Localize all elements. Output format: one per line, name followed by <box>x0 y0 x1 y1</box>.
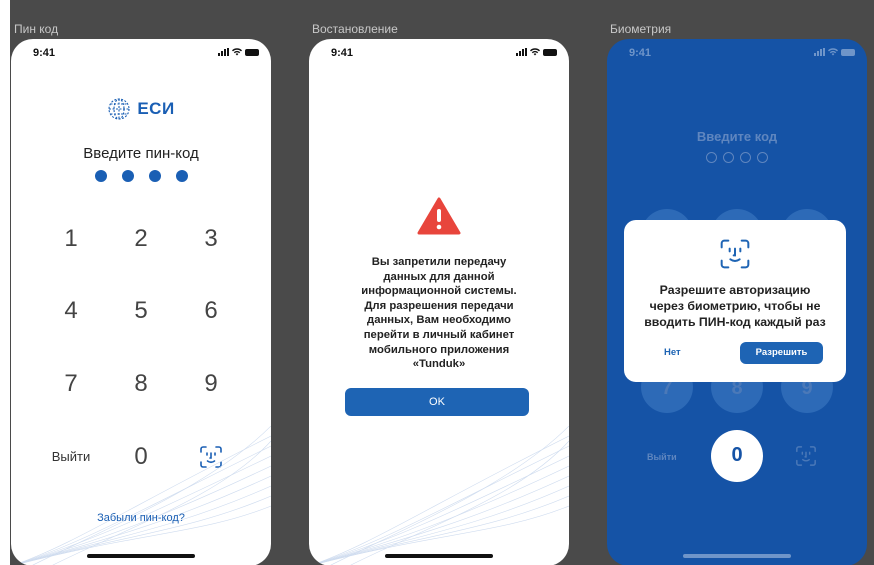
bg-exit-label: Выйти <box>647 452 677 462</box>
pin-dot <box>175 170 188 182</box>
frame-label-recovery: Востановление <box>312 22 398 36</box>
status-time: 9:41 <box>331 47 354 59</box>
biometry-dialog: Разрешите авторизацию через биометрию, ч… <box>624 220 846 382</box>
message-line: «Tunduk» <box>412 358 466 371</box>
frame-label-pin: Пин код <box>14 22 59 36</box>
warning-icon <box>417 197 461 235</box>
pin-dot <box>94 170 107 182</box>
face-id-icon <box>720 239 750 269</box>
status-time: 9:41 <box>33 47 56 59</box>
phone-pin-screen: 9:41 ЕСИ Введите пин-код 1 2 3 4 5 6 7 8… <box>11 39 271 565</box>
pin-dot <box>121 170 134 182</box>
decorative-waves <box>310 426 569 565</box>
phone-biometry-screen: 9:41 Введите код 7 8 9 Выйти 0 Разрешите… <box>607 39 867 565</box>
wifi-icon <box>530 48 540 56</box>
forgot-pin-link[interactable]: Забыли пин-код? <box>11 512 271 524</box>
status-bar: 9:41 <box>309 45 569 61</box>
key-4[interactable]: 4 <box>41 291 101 331</box>
message-line: информационной системы. <box>361 285 517 298</box>
pin-title: Введите пин-код <box>83 145 199 162</box>
allow-button[interactable]: Разрешить <box>740 342 823 364</box>
signal-icon <box>218 48 229 56</box>
bg-pin-title: Введите код <box>696 129 778 144</box>
pin-dots <box>11 170 271 182</box>
message-line: Для разрешения передачи <box>364 299 514 312</box>
message-line: данных, Вам необходимо <box>367 314 511 327</box>
bg-face-id-icon <box>796 446 816 466</box>
frame-label-biometry: Биометрия <box>610 22 672 36</box>
ok-button[interactable]: OK <box>345 388 529 416</box>
dialog-line: через биометрию, чтобы не <box>649 299 821 313</box>
pin-dot <box>723 152 734 163</box>
decline-button[interactable]: Нет <box>664 347 681 358</box>
signal-icon <box>516 48 527 56</box>
battery-icon <box>245 48 259 56</box>
battery-icon <box>841 48 855 56</box>
key-6[interactable]: 6 <box>181 291 241 331</box>
dialog-line: Разрешите авторизацию <box>659 283 811 297</box>
recovery-message: Вы запретили передачу данных для данной … <box>339 255 539 372</box>
status-bar: 9:41 <box>11 45 271 61</box>
battery-icon <box>543 48 557 56</box>
signal-icon <box>814 48 825 56</box>
key-7[interactable]: 7 <box>41 364 101 404</box>
home-indicator <box>683 554 791 558</box>
key-9[interactable]: 9 <box>181 364 241 404</box>
phone-recovery-screen: 9:41 Вы запретили передачу данных для да… <box>309 39 569 565</box>
wifi-icon <box>828 48 838 56</box>
message-line: перейти в личный кабинет <box>363 328 515 341</box>
dialog-line: вводить ПИН-код каждый раз <box>644 315 826 329</box>
home-indicator <box>87 554 195 558</box>
key-2[interactable]: 2 <box>111 219 171 259</box>
key-3[interactable]: 3 <box>181 219 241 259</box>
key-5[interactable]: 5 <box>111 291 171 331</box>
bg-pin-dots <box>607 152 867 163</box>
design-canvas: Пин код Востановление Биометрия 9:41 ЕСИ… <box>10 0 874 565</box>
status-bar: 9:41 <box>607 45 867 61</box>
pin-dot <box>706 152 717 163</box>
pin-dot <box>148 170 161 182</box>
message-line: Вы запретили передачу <box>371 256 507 268</box>
logo-text: ЕСИ <box>137 99 175 118</box>
home-indicator <box>385 554 493 558</box>
globe-logo-icon <box>108 98 130 120</box>
status-time: 9:41 <box>629 47 652 59</box>
key-1[interactable]: 1 <box>41 219 101 259</box>
wifi-icon <box>232 48 242 56</box>
decorative-waves <box>12 426 271 565</box>
esi-logo: ЕСИ <box>11 97 271 121</box>
message-line: данных для данной <box>383 270 495 283</box>
message-line: мобильного приложения <box>368 343 510 356</box>
bg-key-0: 0 <box>731 444 743 466</box>
key-8[interactable]: 8 <box>111 364 171 404</box>
pin-dot <box>740 152 751 163</box>
dialog-message: Разрешите авторизацию через биометрию, ч… <box>630 282 840 330</box>
pin-dot <box>757 152 768 163</box>
